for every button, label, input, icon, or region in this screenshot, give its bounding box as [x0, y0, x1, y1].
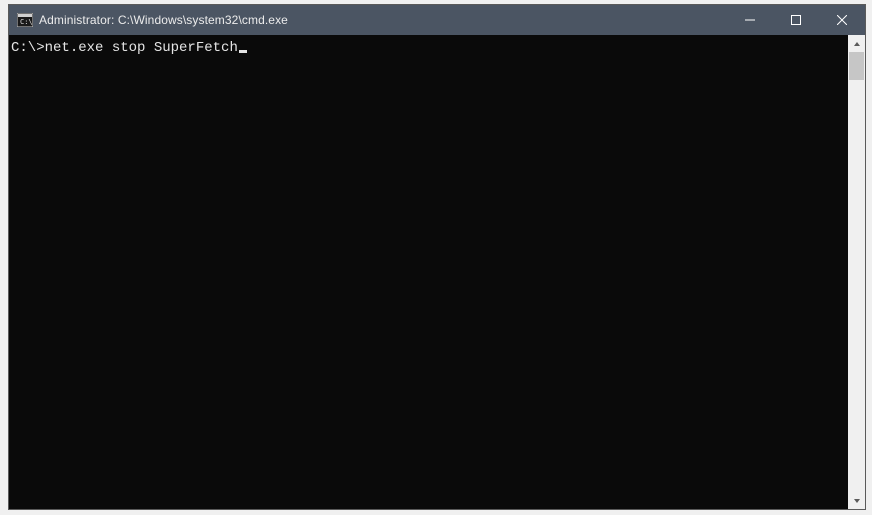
cursor — [239, 50, 247, 53]
window-controls — [727, 5, 865, 35]
scroll-thumb[interactable] — [849, 52, 864, 80]
vertical-scrollbar[interactable] — [848, 35, 865, 509]
command-text: net.exe stop SuperFetch — [45, 40, 238, 56]
cmd-icon: C:\ — [17, 13, 33, 27]
scroll-track[interactable] — [848, 52, 865, 492]
terminal-output[interactable]: C:\>net.exe stop SuperFetch — [9, 35, 848, 509]
prompt-text: C:\> — [11, 40, 45, 56]
scroll-up-button[interactable] — [848, 35, 865, 52]
close-button[interactable] — [819, 5, 865, 35]
maximize-button[interactable] — [773, 5, 819, 35]
svg-text:C:\: C:\ — [20, 18, 33, 26]
client-area: C:\>net.exe stop SuperFetch — [9, 35, 865, 509]
cmd-window: C:\ Administrator: C:\Windows\system32\c… — [8, 4, 866, 510]
titlebar[interactable]: C:\ Administrator: C:\Windows\system32\c… — [9, 5, 865, 35]
minimize-button[interactable] — [727, 5, 773, 35]
scroll-down-button[interactable] — [848, 492, 865, 509]
window-title: Administrator: C:\Windows\system32\cmd.e… — [39, 13, 288, 27]
